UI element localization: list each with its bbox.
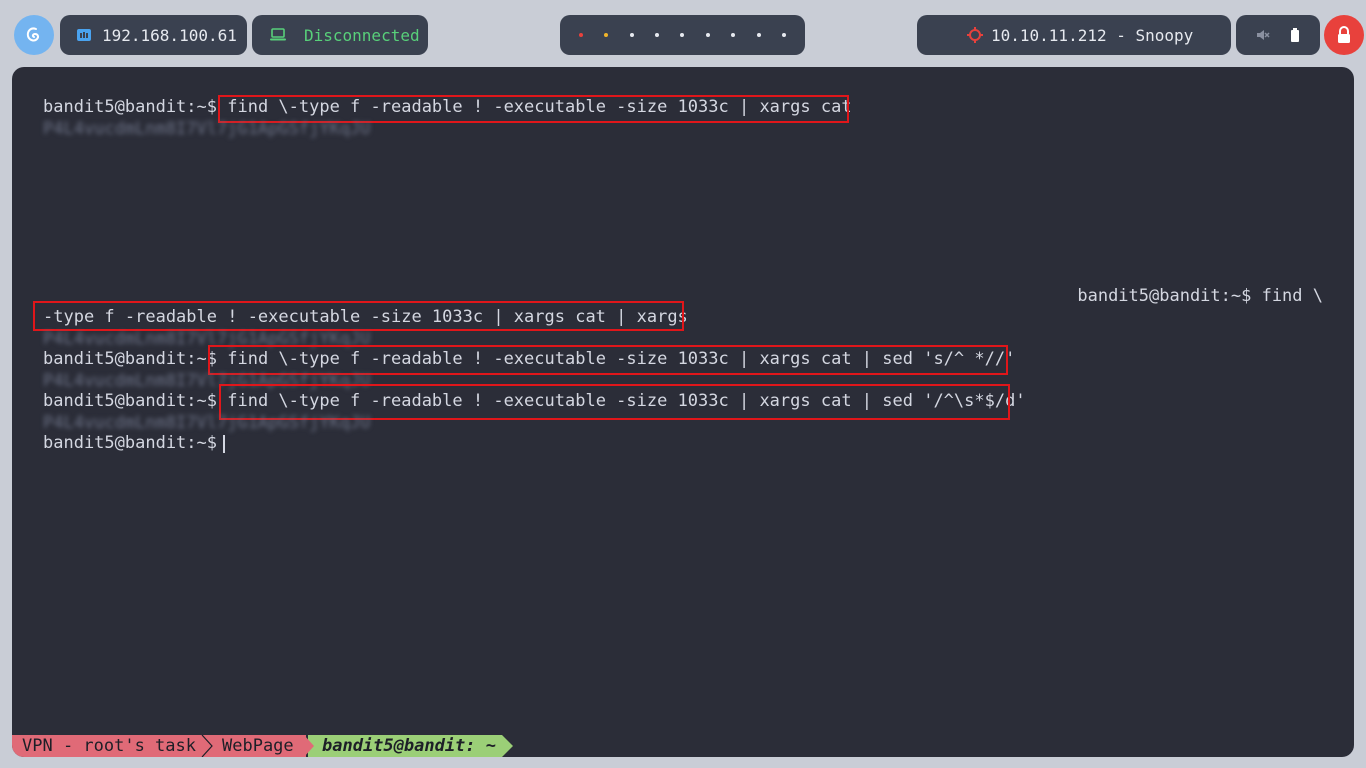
local-ip-text: 192.168.100.61 — [102, 25, 237, 45]
lock-button[interactable] — [1324, 15, 1364, 55]
powerline-separator-icon — [200, 735, 214, 757]
workspace-dot-3[interactable] — [629, 33, 634, 37]
command-line-5[interactable]: bandit5@bandit:~$ — [43, 433, 227, 453]
volume-muted-icon[interactable] — [1256, 28, 1270, 42]
workspace-dot-8[interactable] — [756, 33, 761, 37]
status-segment-active-pane[interactable]: bandit5@bandit: ~ — [308, 735, 502, 757]
workspace-switcher[interactable] — [560, 15, 805, 55]
powerline-arrow-icon — [304, 735, 314, 757]
highlight-box — [33, 301, 684, 331]
status-segment-session[interactable]: VPN - root's task — [12, 735, 204, 757]
workspace-dot-6[interactable] — [705, 33, 710, 37]
powerline-arrow-icon — [502, 735, 513, 757]
network-icon — [77, 29, 91, 41]
debian-menu-button[interactable] — [14, 15, 54, 55]
workspace-dot-1[interactable] — [578, 33, 583, 37]
system-tray[interactable] — [1236, 15, 1320, 55]
vpn-status-text: Disconnected — [304, 25, 420, 45]
workspace-dot-5[interactable] — [680, 33, 685, 37]
lock-icon — [1338, 26, 1350, 43]
terminal-window[interactable]: bandit5@bandit:~$ find \-type f -readabl… — [12, 67, 1354, 757]
prompt: bandit5@bandit:~$ — [43, 349, 228, 369]
tmux-status-line: VPN - root's task WebPage bandit5@bandit… — [12, 735, 1354, 757]
workspace-dot-9[interactable] — [782, 33, 787, 37]
prompt: bandit5@bandit:~$ — [43, 97, 228, 117]
battery-icon[interactable] — [1290, 28, 1300, 42]
prompt: bandit5@bandit:~$ — [43, 391, 228, 411]
local-ip-widget[interactable]: 192.168.100.61 — [60, 15, 247, 55]
workspace-dot-4[interactable] — [655, 33, 660, 37]
target-widget[interactable]: 10.10.11.212 - Snoopy — [917, 15, 1231, 55]
target-icon — [967, 27, 983, 43]
top-bar: 192.168.100.61 Disconnected 10.10.11.212… — [0, 0, 1366, 68]
vpn-status-widget[interactable]: Disconnected — [252, 15, 428, 55]
prompt: bandit5@bandit:~$ — [43, 433, 228, 453]
status-segment-window[interactable]: WebPage — [214, 735, 306, 757]
blurred-output: P4L4vucdmLnm8I7Vl7jG1ApGSfjYKqJU — [43, 413, 371, 433]
command-line-2-start: bandit5@bandit:~$ find \ — [1077, 286, 1323, 306]
laptop-icon — [270, 28, 286, 41]
workspace-dot-7[interactable] — [731, 33, 736, 37]
text-cursor — [223, 435, 225, 453]
workspace-dot-2[interactable] — [604, 33, 609, 37]
blurred-output: P4L4vucdmLnm8I7Vl7jG1ApGSfjYKqJU — [43, 119, 371, 139]
debian-logo-icon — [26, 27, 40, 42]
target-text: 10.10.11.212 - Snoopy — [991, 25, 1194, 45]
